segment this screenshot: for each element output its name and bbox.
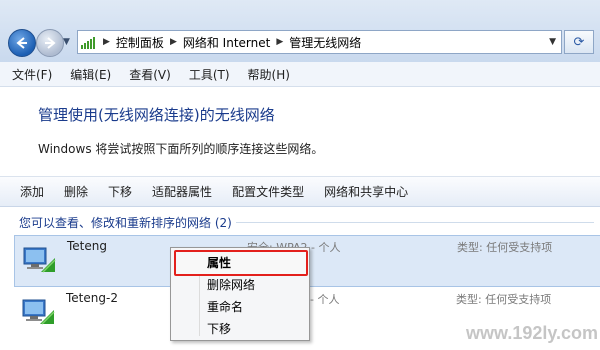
menu-help[interactable]: 帮助(H) xyxy=(236,66,296,83)
breadcrumb-separator-icon: ▶ xyxy=(103,37,110,47)
menu-view[interactable]: 查看(V) xyxy=(117,66,177,83)
network-signal-icon xyxy=(81,35,97,49)
menu-file[interactable]: 文件(F) xyxy=(0,66,58,83)
breadcrumb-separator-icon[interactable]: ▶ xyxy=(276,37,283,47)
command-bar: 添加 删除 下移 适配器属性 配置文件类型 网络和共享中心 xyxy=(0,176,600,207)
forward-arrow-icon xyxy=(45,37,56,49)
breadcrumb-manage-wireless[interactable]: 管理无线网络 xyxy=(289,34,361,51)
menu-bar: 文件(F) 编辑(E) 查看(V) 工具(T) 帮助(H) xyxy=(0,62,600,87)
wireless-network-icon xyxy=(22,299,55,325)
back-button[interactable] xyxy=(8,29,36,57)
move-down-button[interactable]: 下移 xyxy=(108,183,132,200)
adapter-properties-button[interactable]: 适配器属性 xyxy=(152,183,212,200)
breadcrumb-separator-icon[interactable]: ▶ xyxy=(170,37,177,47)
menu-edit[interactable]: 编辑(E) xyxy=(58,66,117,83)
network-name: Teteng-2 xyxy=(66,291,118,305)
watermark: www.192ly.com xyxy=(466,323,599,343)
breadcrumb-network-internet[interactable]: 网络和 Internet xyxy=(183,34,270,51)
network-name: Teteng xyxy=(67,239,107,253)
breadcrumb-control-panel[interactable]: 控制面板 xyxy=(116,34,164,51)
network-type: 类型: 任何受支持项 xyxy=(457,241,553,254)
page-description: Windows 将尝试按照下面所列的顺序连接这些网络。 xyxy=(38,142,324,156)
context-delete-network[interactable]: 删除网络 xyxy=(207,276,255,293)
recent-pages-dropdown-icon[interactable]: ▼ xyxy=(63,37,73,47)
refresh-button[interactable]: ⟳ xyxy=(564,30,594,54)
network-type: 类型: 任何受支持项 xyxy=(456,293,552,306)
back-arrow-icon xyxy=(16,37,27,49)
group-divider xyxy=(236,222,594,223)
context-properties[interactable]: 属性 xyxy=(207,254,231,271)
context-move-down[interactable]: 下移 xyxy=(207,320,231,337)
refresh-icon: ⟳ xyxy=(573,34,585,50)
context-menu: 属性 删除网络 重命名 下移 xyxy=(170,247,310,341)
properties-highlight xyxy=(174,250,308,276)
context-rename[interactable]: 重命名 xyxy=(207,298,243,315)
address-field[interactable]: ▶ 控制面板 ▶ 网络和 Internet ▶ 管理无线网络 ▼ xyxy=(77,30,562,54)
network-group-header: 您可以查看、修改和重新排序的网络 (2) xyxy=(19,216,232,230)
page-title: 管理使用(无线网络连接)的无线网络 xyxy=(38,106,275,124)
remove-button[interactable]: 删除 xyxy=(64,183,88,200)
address-dropdown-icon[interactable]: ▼ xyxy=(549,37,556,47)
wireless-network-icon xyxy=(23,247,56,273)
menu-tools[interactable]: 工具(T) xyxy=(177,66,236,83)
add-button[interactable]: 添加 xyxy=(20,183,44,200)
profile-types-button[interactable]: 配置文件类型 xyxy=(232,183,304,200)
forward-button[interactable] xyxy=(36,29,64,57)
address-bar-area: ▼ ▶ 控制面板 ▶ 网络和 Internet ▶ 管理无线网络 ▼ ⟳ xyxy=(0,0,600,62)
network-sharing-center-button[interactable]: 网络和共享中心 xyxy=(324,183,408,200)
